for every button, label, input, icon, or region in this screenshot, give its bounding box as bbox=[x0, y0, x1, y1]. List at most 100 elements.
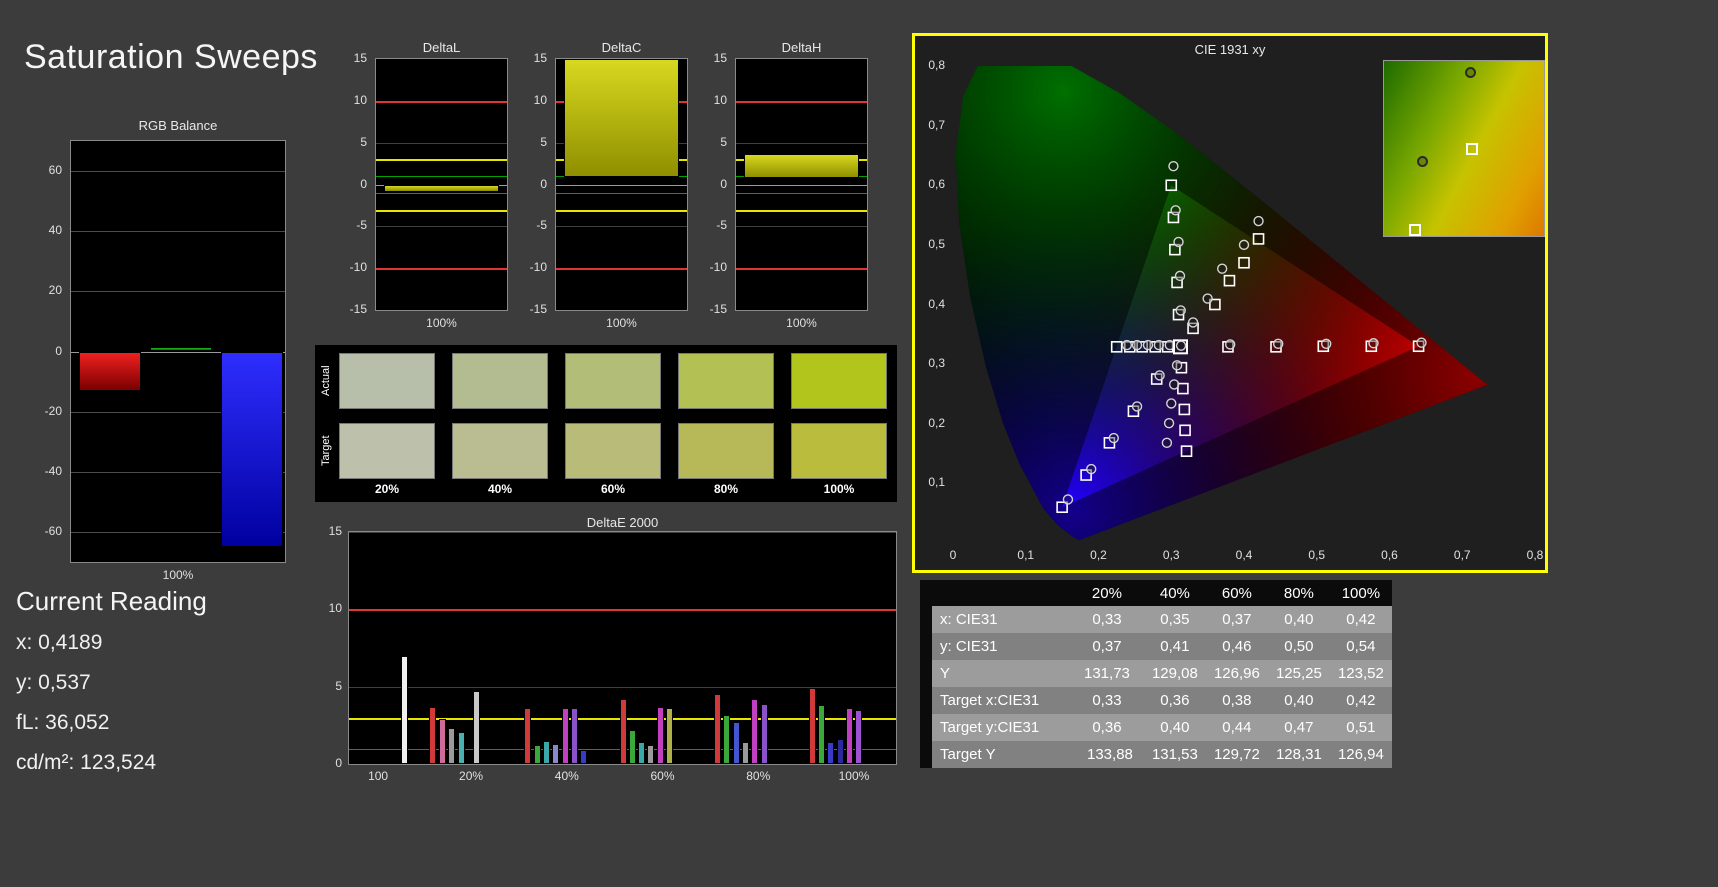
rgb-balance-y-axis: 60 40 20 0 -20 -40 -60 bbox=[40, 140, 66, 563]
cie-zoom-inset bbox=[1383, 60, 1545, 237]
y-tick-label: -60 bbox=[44, 523, 62, 538]
delta-h-x-label: 100% bbox=[786, 316, 817, 330]
swatch-actual-80% bbox=[678, 353, 774, 409]
table-row: Target Y 133,88 131,53 129,72 128,31 126,94 bbox=[926, 741, 1392, 768]
delta-h-chart[interactable]: DeltaH 15 10 5 0 -5 -10 -15 100% bbox=[707, 40, 871, 340]
delta-e-bar bbox=[619, 699, 627, 764]
table-row: Target y:CIE31 0,36 0,40 0,44 0,47 0,51 bbox=[926, 714, 1392, 741]
table-cell: 0,36 bbox=[1143, 687, 1206, 714]
zero-line bbox=[736, 184, 867, 186]
delta-e-bar bbox=[714, 694, 722, 764]
table-cell: 0,40 bbox=[1267, 606, 1330, 633]
rgb-balance-chart[interactable]: RGB Balance 60 40 20 0 -20 -40 -60 100% bbox=[40, 118, 290, 590]
table-row-label: x: CIE31 bbox=[926, 606, 1076, 633]
table-cell: 126,94 bbox=[1329, 741, 1392, 768]
table-cell: 0,54 bbox=[1329, 633, 1392, 660]
swatch-actual-40% bbox=[452, 353, 548, 409]
cie-1931-chart[interactable]: CIE 1931 xy 0,8 0,7 0,6 0,5 0,4 0,3 0,2 0,1 bbox=[912, 33, 1548, 573]
y-tick-label: 0,3 bbox=[928, 356, 945, 371]
table-cell: 0,38 bbox=[1205, 687, 1268, 714]
table-cell: 0,51 bbox=[1329, 714, 1392, 741]
table-cell: 0,36 bbox=[1076, 714, 1144, 741]
measured-circle bbox=[1168, 160, 1179, 172]
table-cell: 129,08 bbox=[1143, 660, 1206, 687]
grid-line bbox=[71, 231, 285, 233]
delta-e-bar bbox=[542, 740, 550, 764]
inset-measured-circle bbox=[1465, 67, 1477, 79]
delta-e-bar bbox=[808, 688, 816, 764]
delta-l-title: DeltaL bbox=[422, 40, 461, 55]
measured-circle bbox=[1416, 337, 1427, 348]
y-tick-label: 0 bbox=[335, 756, 342, 770]
x-tick-label: 80% bbox=[746, 769, 771, 783]
table-header-cell: 40% bbox=[1143, 580, 1206, 606]
limit-line-yellow bbox=[376, 209, 507, 212]
y-tick-label: -5 bbox=[536, 218, 547, 233]
swatch-panel[interactable]: Actual Target 20% 40% 60% 80% 100% bbox=[315, 345, 897, 502]
table-cell: 123,52 bbox=[1329, 660, 1392, 687]
y-tick-label: 15 bbox=[353, 51, 367, 65]
swatch-row-label-actual: Actual bbox=[320, 365, 332, 397]
grid-line bbox=[71, 171, 285, 173]
y-tick-label: -10 bbox=[709, 260, 727, 275]
zero-line bbox=[556, 184, 687, 186]
delta-e-bar bbox=[552, 743, 560, 764]
delta-e-bar bbox=[827, 742, 835, 764]
delta-e-bar bbox=[855, 709, 863, 764]
delta-e-bar bbox=[429, 706, 437, 764]
delta-e-bar bbox=[438, 719, 446, 764]
table-row: y: CIE31 0,37 0,41 0,46 0,50 0,54 bbox=[926, 633, 1392, 660]
rgb-bar-green bbox=[150, 346, 212, 352]
delta-e-bar bbox=[561, 708, 569, 764]
x-tick-label: 0,7 bbox=[1453, 548, 1471, 562]
delta-c-chart[interactable]: DeltaC 15 10 5 0 -5 -10 -15 100% bbox=[527, 40, 691, 340]
rgb-bar-red bbox=[79, 351, 141, 391]
table-header-cell: 80% bbox=[1267, 580, 1330, 606]
table-cell: 0,46 bbox=[1205, 633, 1268, 660]
delta-e-bar bbox=[665, 708, 673, 764]
grid-line bbox=[736, 142, 867, 144]
rgb-balance-x-label: 100% bbox=[162, 568, 194, 582]
delta-e-bar bbox=[638, 742, 646, 764]
delta-e-bar bbox=[723, 714, 731, 764]
grid-line bbox=[556, 226, 687, 228]
table-cell: 0,37 bbox=[1076, 633, 1144, 660]
table-cell: 0,33 bbox=[1076, 606, 1144, 633]
delta-e-y-axis: 15 10 5 0 bbox=[318, 524, 346, 770]
grid-line bbox=[736, 226, 867, 228]
table-cell: 0,33 bbox=[1076, 687, 1144, 714]
delta-e-bar bbox=[400, 655, 408, 764]
reading-x: x: 0,4189 bbox=[16, 631, 103, 654]
y-tick-label: 20 bbox=[48, 283, 62, 298]
y-tick-label: 10 bbox=[328, 601, 342, 616]
swatch-actual-60% bbox=[565, 353, 661, 409]
table-row-label: Target y:CIE31 bbox=[926, 714, 1076, 741]
delta-e-title: DeltaE 2000 bbox=[586, 515, 659, 530]
table-cell: 0,37 bbox=[1205, 606, 1268, 633]
delta-e-bar bbox=[457, 731, 465, 764]
y-tick-label: 15 bbox=[533, 51, 547, 65]
measured-circle bbox=[1224, 339, 1236, 350]
swatch-target-80% bbox=[678, 423, 774, 479]
delta-e-bar bbox=[523, 708, 531, 764]
delta-l-chart[interactable]: DeltaL 15 10 5 0 -5 -10 -15 100% bbox=[347, 40, 511, 340]
y-tick-label: 5 bbox=[540, 134, 547, 149]
y-tick-label: 5 bbox=[360, 134, 367, 149]
table-cell: 0,44 bbox=[1205, 714, 1268, 741]
delta-e-bar bbox=[732, 722, 740, 764]
delta-e-bar bbox=[818, 705, 826, 764]
table-cell: 0,40 bbox=[1267, 687, 1330, 714]
y-tick-label: -15 bbox=[349, 302, 367, 316]
y-tick-label: -10 bbox=[529, 260, 547, 275]
delta-e-2000-chart[interactable]: DeltaE 2000 15 10 5 0 100 20% 40% 60% 80% 100% bbox=[318, 515, 900, 787]
x-tick-label: 100 bbox=[368, 769, 389, 783]
y-tick-label: 0,7 bbox=[928, 117, 945, 132]
calibration-dashboard: Saturation Sweeps RGB Balance 60 40 20 0 -20… bbox=[0, 0, 1718, 887]
y-tick-label: 0 bbox=[360, 176, 367, 191]
table-row-label: Target x:CIE31 bbox=[926, 687, 1076, 714]
table-row-label: y: CIE31 bbox=[926, 633, 1076, 660]
y-tick-label: 10 bbox=[353, 92, 367, 107]
rgb-bar-blue bbox=[221, 351, 283, 547]
table-cell: 0,35 bbox=[1143, 606, 1206, 633]
measured-circle bbox=[1202, 293, 1213, 304]
